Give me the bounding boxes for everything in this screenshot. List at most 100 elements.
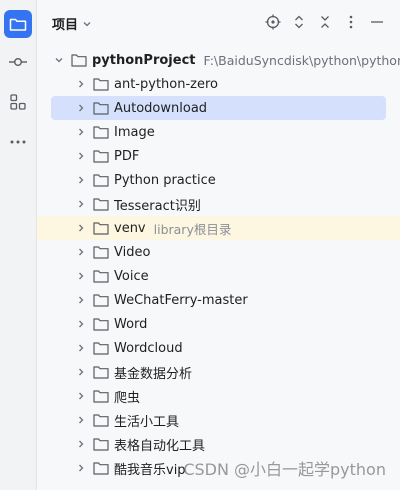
folder-icon-wrap	[93, 148, 109, 164]
more-tools-button[interactable]	[4, 128, 32, 156]
folder-icon	[9, 18, 27, 31]
project-tool-button[interactable]	[4, 10, 32, 38]
tree-row[interactable]: 基金数据分析	[73, 360, 400, 384]
tree-row[interactable]: Voice	[73, 264, 400, 288]
expand-all-button[interactable]	[291, 14, 307, 30]
expand-toggle[interactable]	[73, 268, 89, 284]
folder-icon	[93, 438, 109, 451]
expand-toggle[interactable]	[73, 460, 89, 476]
collapse-all-button[interactable]	[317, 14, 333, 30]
chevron-right-icon	[79, 200, 84, 208]
folder-icon-wrap	[93, 460, 109, 476]
folder-icon	[93, 78, 109, 91]
more-horizontal-icon	[10, 140, 26, 144]
structure-tool-button[interactable]	[4, 88, 32, 116]
folder-icon-wrap	[93, 220, 109, 236]
chevron-right-icon	[79, 152, 84, 160]
library-root-hint: library根目录	[153, 221, 232, 237]
tree-row[interactable]: Video	[73, 240, 400, 264]
folder-icon	[93, 126, 109, 139]
tree-row[interactable]: Tesseract识别	[73, 192, 400, 216]
chevron-right-icon	[79, 392, 84, 400]
watermark: CSDN @小白一起学python	[183, 460, 386, 479]
folder-icon-wrap	[71, 52, 87, 68]
chevron-right-icon	[79, 368, 84, 376]
tree-row[interactable]: Autodownload	[51, 96, 386, 120]
expand-toggle[interactable]	[73, 172, 89, 188]
collapse-icon	[321, 16, 329, 28]
tree-item-label: pythonProject	[92, 52, 196, 68]
options-button[interactable]	[343, 14, 359, 30]
folder-icon-wrap	[93, 292, 109, 308]
expand-toggle[interactable]	[73, 340, 89, 356]
project-path: F:\BaiduSyncdisk\python\pythonP	[203, 52, 400, 68]
folder-icon	[93, 462, 109, 475]
tree-item-label: Voice	[114, 268, 149, 284]
tree-item-label: 生活小工具	[114, 414, 180, 430]
folder-icon-wrap	[93, 412, 109, 428]
expand-toggle[interactable]	[73, 220, 89, 236]
tree-row[interactable]: Python practice	[73, 168, 400, 192]
chevron-right-icon	[79, 272, 84, 280]
expand-toggle[interactable]	[73, 148, 89, 164]
expand-toggle[interactable]	[73, 436, 89, 452]
tree-row[interactable]: Word	[73, 312, 400, 336]
tree-row[interactable]: ant-python-zero	[73, 72, 400, 96]
chevron-down-icon	[55, 58, 63, 63]
folder-icon	[93, 414, 109, 427]
expand-toggle[interactable]	[73, 364, 89, 380]
chevron-right-icon	[79, 248, 84, 256]
tree-row[interactable]: Wordcloud	[73, 336, 400, 360]
tree-row[interactable]: PDF	[73, 144, 400, 168]
chevron-right-icon	[79, 416, 84, 424]
tree-row[interactable]: 爬虫	[73, 384, 400, 408]
panel-title: 项目	[52, 18, 79, 33]
chevron-right-icon	[79, 176, 84, 184]
expand-toggle[interactable]	[73, 244, 89, 260]
expand-toggle[interactable]	[51, 52, 67, 68]
folder-icon-wrap	[93, 196, 109, 212]
tree-row-root[interactable]: pythonProject F:\BaiduSyncdisk\python\pyt…	[51, 48, 400, 72]
view-selector[interactable]: 项目	[52, 14, 92, 33]
expand-toggle[interactable]	[73, 100, 89, 116]
folder-icon	[71, 54, 87, 67]
expand-toggle[interactable]	[73, 76, 89, 92]
tree-row[interactable]: Image	[73, 120, 400, 144]
folder-icon	[93, 174, 109, 187]
folder-icon	[93, 246, 109, 259]
tree-row[interactable]: WeChatFerry-master	[73, 288, 400, 312]
chevron-right-icon	[79, 440, 84, 448]
chevron-right-icon	[79, 296, 84, 304]
expand-toggle[interactable]	[73, 316, 89, 332]
folder-icon-wrap	[93, 268, 109, 284]
expand-toggle[interactable]	[73, 196, 89, 212]
folder-icon-wrap	[93, 316, 109, 332]
folder-icon	[93, 102, 109, 115]
folder-icon	[93, 390, 109, 403]
chevron-right-icon	[79, 344, 84, 352]
tree-row[interactable]: 表格自动化工具	[73, 432, 400, 456]
folder-icon-wrap	[93, 124, 109, 140]
hide-panel-button[interactable]	[369, 14, 385, 30]
folder-icon-wrap	[93, 100, 109, 116]
tree-item-label: Tesseract识别	[114, 198, 201, 214]
folder-icon-wrap	[93, 172, 109, 188]
tree-item-label: 基金数据分析	[114, 366, 193, 382]
tree-item-label: 酷我音乐vip	[114, 462, 186, 478]
expand-toggle[interactable]	[73, 292, 89, 308]
folder-icon	[93, 198, 109, 211]
tree-item-label: Image	[114, 124, 155, 140]
tree-item-label: WeChatFerry-master	[114, 292, 248, 308]
expand-toggle[interactable]	[73, 388, 89, 404]
locate-file-button[interactable]	[265, 14, 281, 30]
chevron-down-icon	[83, 21, 91, 26]
crosshair-icon	[265, 14, 281, 30]
expand-toggle[interactable]	[73, 412, 89, 428]
tree-row[interactable]: venv library根目录	[37, 216, 400, 240]
tree-row[interactable]: 生活小工具	[73, 408, 400, 432]
chevron-right-icon	[79, 224, 84, 232]
tree-item-label: Video	[114, 244, 151, 260]
expand-toggle[interactable]	[73, 124, 89, 140]
commit-tool-button[interactable]	[4, 48, 32, 76]
expand-icon	[295, 15, 303, 29]
